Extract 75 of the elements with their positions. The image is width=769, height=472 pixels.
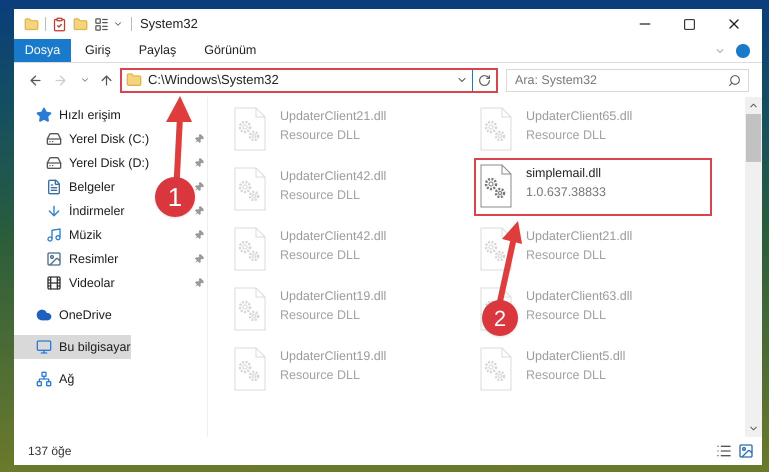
sidebar-item[interactable]: Ağ [14, 367, 78, 391]
sidebar-item[interactable]: Hızlı erişim [14, 103, 125, 127]
scrollbar-thumb[interactable] [746, 114, 761, 162]
file-detail: Resource DLL [280, 246, 361, 264]
sidebar-label: Videolar [69, 274, 115, 292]
sidebar-item[interactable]: Resimler [14, 247, 122, 271]
sidebar-item[interactable]: Müzik [14, 223, 106, 247]
sidebar-item[interactable]: Yerel Disk (C:) [14, 127, 154, 151]
file-gear-icon [234, 107, 266, 151]
file-detail: Resource DLL [526, 126, 607, 144]
monitor-icon [36, 339, 52, 355]
network-icon [36, 371, 52, 387]
file-gear-icon [480, 227, 512, 271]
up-icon[interactable] [99, 72, 114, 88]
sidebar-item[interactable]: Yerel Disk (D:) [14, 151, 154, 175]
ribbon-tab[interactable]: Giriş [71, 39, 125, 62]
star-icon [36, 107, 52, 123]
window-title: System32 [140, 15, 198, 34]
drive-icon [46, 155, 62, 171]
sidebar-label: Müzik [69, 226, 102, 244]
properties-icon[interactable] [94, 16, 109, 32]
scrollbar[interactable] [745, 97, 762, 437]
file-gear-icon [234, 347, 266, 391]
file-gear-icon [480, 107, 512, 151]
file-detail: Resource DLL [280, 186, 361, 204]
sidebar-label: OneDrive [59, 306, 112, 324]
sidebar-label: İndirmeler [69, 202, 125, 220]
address-field[interactable]: C:\Windows\System32 [120, 68, 498, 92]
drive-icon [46, 131, 62, 147]
ribbon-tab[interactable]: Dosya [14, 39, 71, 62]
sidebar-item[interactable]: Bu bilgisayar [14, 335, 131, 359]
address-path: C:\Windows\System32 [148, 71, 280, 90]
file-detail: 1.0.637.38833 [526, 184, 606, 201]
file-detail: Resource DLL [280, 306, 361, 324]
sidebar-label: Resimler [69, 250, 118, 268]
file-item[interactable]: simplemail.dll 1.0.637.38833 [474, 158, 712, 216]
picture-icon [46, 251, 62, 267]
sidebar-label: Belgeler [69, 178, 115, 196]
document-icon [46, 179, 62, 195]
details-view-icon[interactable] [716, 443, 732, 459]
file-gear-icon [480, 347, 512, 391]
maximize-icon[interactable] [683, 18, 696, 30]
file-detail: Resource DLL [526, 246, 607, 264]
large-icons-view-icon[interactable] [738, 443, 754, 459]
back-icon[interactable] [28, 72, 43, 88]
sidebar-label: Ağ [59, 370, 74, 388]
file-name[interactable]: simplemail.dll [526, 164, 606, 183]
sidebar-label: Yerel Disk (C:) [69, 130, 150, 148]
file-gear-icon [234, 167, 266, 211]
sidebar-label: Yerel Disk (D:) [69, 154, 150, 172]
file-gear-icon [480, 164, 512, 208]
sidebar-label: Hızlı erişim [59, 106, 121, 124]
ribbon-tab[interactable]: Görünüm [190, 39, 270, 62]
file-gear-icon [234, 287, 266, 331]
file-detail: Resource DLL [280, 366, 361, 384]
sidebar-item[interactable]: İndirmeler [14, 199, 129, 223]
file-detail: Resource DLL [526, 366, 607, 384]
folder-icon [126, 72, 142, 88]
cloud-icon [36, 307, 52, 323]
help-icon[interactable] [736, 44, 750, 58]
file-detail: Resource DLL [526, 306, 607, 324]
ribbon-tab[interactable]: Paylaş [124, 39, 190, 62]
film-icon [46, 275, 62, 291]
search-field[interactable]: Ara: System32 [506, 68, 749, 92]
refresh-icon[interactable] [478, 74, 491, 86]
file-gear-icon [234, 227, 266, 271]
sidebar-item[interactable]: Videolar [14, 271, 119, 295]
checklist-icon[interactable] [52, 16, 67, 32]
sidebar-item[interactable]: Belgeler [14, 175, 119, 199]
item-count: 137 öğe [28, 443, 72, 460]
music-note-icon [46, 227, 62, 243]
search-icon[interactable] [728, 74, 741, 86]
file-detail: Resource DLL [280, 126, 361, 144]
sidebar-item[interactable]: OneDrive [14, 303, 116, 327]
sidebar-label: Bu bilgisayar [59, 338, 131, 356]
